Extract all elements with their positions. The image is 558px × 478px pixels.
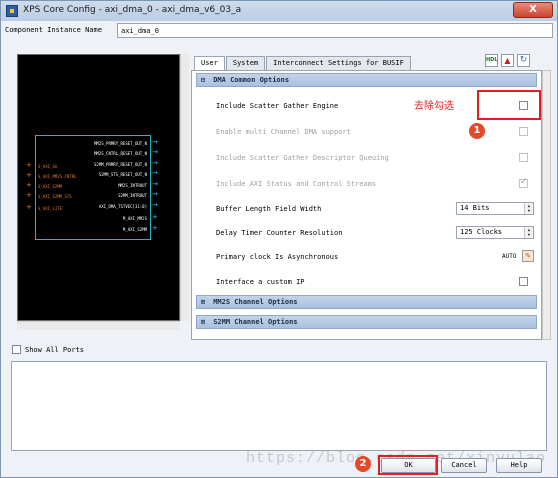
- port-label: AXI_DMA_TSTVEC[31:0]: [98, 204, 147, 209]
- auto-toggle-icon[interactable]: ✎: [522, 250, 534, 262]
- spinner-value: 125 Clocks: [460, 228, 503, 236]
- show-all-ports-label: Show All Ports: [25, 345, 85, 354]
- diagram-horizontal-scrollbar[interactable]: [17, 321, 180, 330]
- window-title: XPS Core Config - axi_dma_0 - axi_dma_v6…: [23, 5, 242, 15]
- diagram-vertical-scrollbar[interactable]: [180, 54, 189, 321]
- port-label: MM2S_CNTRL_RESET_OUT_N: [94, 151, 147, 156]
- hdl-icon[interactable]: HDL: [485, 54, 498, 67]
- section-dma-common-header[interactable]: ⊟ DMA Common Options: [196, 73, 537, 87]
- port-label: S_AXI_S2MM_STS: [38, 194, 72, 199]
- expand-icon: ⊞: [201, 298, 206, 306]
- expand-icon: ⊞: [201, 318, 206, 326]
- collapse-icon: ⊟: [201, 76, 206, 84]
- port-label: S_AXI_LITE: [38, 206, 63, 211]
- output-pin-icon: →: [152, 169, 158, 177]
- spinner-arrows-icon[interactable]: ▲ ▼: [524, 203, 533, 214]
- port-label: MM2S_INTROUT: [118, 183, 147, 188]
- cancel-button[interactable]: Cancel: [441, 458, 487, 473]
- bus-pin-icon: +: [152, 224, 158, 232]
- section-title: MM2S Channel Options: [213, 298, 298, 306]
- tab-bar: User System Interconnect Settings for BU…: [194, 56, 412, 71]
- option-label: Include Scatter Gather Engine: [216, 102, 339, 110]
- option-label: Enable multi Channel DMA support: [216, 128, 351, 136]
- port-label: S_AXI_S2MM: [38, 184, 63, 189]
- port-label: S_AXI_SG: [38, 164, 58, 169]
- spinner-value: 14 Bits: [460, 204, 490, 212]
- axi-dma-block: S_AXI_SG S_AXI_MM2S_CNTRL S_AXI_S2MM S_A…: [35, 135, 151, 240]
- annotation-number-1: 1: [469, 123, 485, 139]
- bus-pin-icon: +: [26, 181, 32, 189]
- output-pin-icon: →: [152, 148, 158, 156]
- tab-user[interactable]: User: [194, 56, 225, 71]
- bus-pin-icon: +: [26, 161, 32, 169]
- section-mm2s-header[interactable]: ⊞ MM2S Channel Options: [196, 295, 537, 309]
- custom-ip-checkbox[interactable]: [519, 277, 528, 286]
- annotation-box-ok: [378, 455, 438, 475]
- spinner-arrows-icon[interactable]: ▲ ▼: [524, 227, 533, 238]
- component-instance-input[interactable]: [117, 23, 553, 38]
- output-pin-icon: →: [152, 138, 158, 146]
- annotation-box-checkbox: [477, 90, 541, 120]
- output-pin-icon: →: [152, 159, 158, 167]
- descriptor-queuing-checkbox[interactable]: [519, 153, 528, 162]
- bus-pin-icon: +: [152, 213, 158, 221]
- option-label: Include AXI Status and Control Streams: [216, 180, 377, 188]
- status-control-streams-checkbox[interactable]: [519, 177, 528, 188]
- show-all-ports-option[interactable]: Show All Ports: [12, 345, 84, 354]
- message-area[interactable]: [11, 361, 547, 451]
- port-label: M_AXI_S2MM: [122, 227, 147, 232]
- buffer-length-width-spinner[interactable]: 14 Bits ▲ ▼: [456, 202, 534, 215]
- output-pin-icon: →: [152, 201, 158, 209]
- section-title: DMA Common Options: [213, 76, 290, 84]
- annotation-number-2: 2: [355, 456, 371, 472]
- component-instance-label: Component Instance Name: [5, 26, 102, 34]
- core-config-window: XPS Core Config - axi_dma_0 - axi_dma_v6…: [0, 0, 558, 478]
- show-all-ports-checkbox[interactable]: [12, 345, 21, 354]
- auto-value: AUTO: [502, 253, 517, 260]
- option-label: Primary clock Is Asynchronous: [216, 253, 339, 261]
- option-label: Delay Timer Counter Resolution: [216, 229, 343, 237]
- annotation-note: 去除勾选: [414, 101, 454, 112]
- output-pin-icon: →: [152, 190, 158, 198]
- bus-pin-icon: +: [26, 203, 32, 211]
- option-label: Include Scatter Gather Descriptor Queuin…: [216, 154, 389, 162]
- title-bar[interactable]: XPS Core Config - axi_dma_0 - axi_dma_v6…: [1, 1, 557, 21]
- option-label: Buffer Length Field Width: [216, 205, 322, 213]
- tab-system[interactable]: System: [225, 56, 266, 70]
- port-label: MM2S_PRMRY_RESET_OUT_N: [94, 141, 147, 146]
- bus-pin-icon: +: [26, 191, 32, 199]
- header-toolbar: HDL ▲ ↻: [485, 54, 530, 67]
- options-vertical-scrollbar[interactable]: [542, 70, 551, 340]
- close-button[interactable]: X: [513, 2, 553, 18]
- section-title: S2MM Channel Options: [213, 318, 298, 326]
- option-label: Interface a custom IP: [216, 278, 305, 286]
- port-label: S_AXI_MM2S_CNTRL: [38, 174, 77, 179]
- bus-pin-icon: +: [26, 171, 32, 179]
- multi-channel-checkbox[interactable]: [519, 127, 528, 136]
- delay-timer-resolution-spinner[interactable]: 125 Clocks ▲ ▼: [456, 226, 534, 239]
- output-pin-icon: →: [152, 180, 158, 188]
- tab-interconnect-settings[interactable]: Interconnect Settings for BUSIF: [266, 56, 411, 70]
- help-button[interactable]: Help: [496, 458, 542, 473]
- block-diagram: S_AXI_SG S_AXI_MM2S_CNTRL S_AXI_S2MM S_A…: [17, 54, 180, 321]
- port-label: S2MM_INTROUT: [118, 193, 147, 198]
- port-label: S2MM_STS_RESET_OUT_N: [98, 172, 147, 177]
- refresh-icon[interactable]: ↻: [517, 54, 530, 67]
- port-label: M_AXI_MM2S: [122, 216, 147, 221]
- app-icon: [6, 5, 18, 17]
- pdf-icon[interactable]: ▲: [501, 54, 514, 67]
- port-label: S2MM_PRMRY_RESET_OUT_N: [94, 162, 147, 167]
- section-s2mm-header[interactable]: ⊞ S2MM Channel Options: [196, 315, 537, 329]
